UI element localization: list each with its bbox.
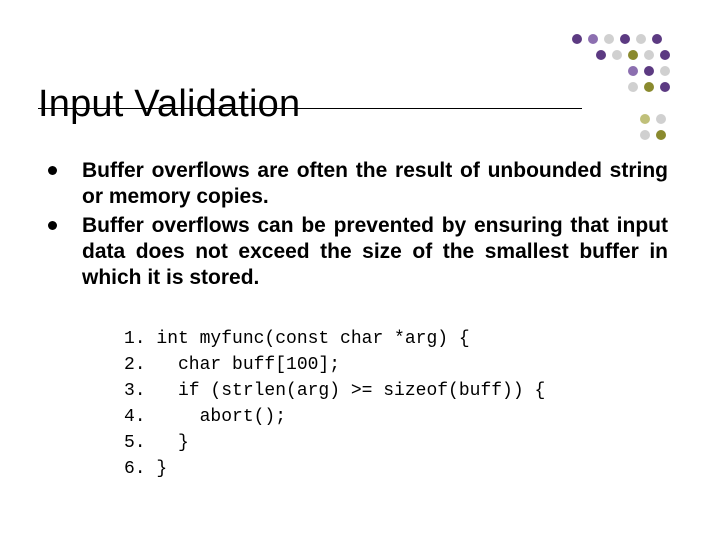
code-line: 5. }: [124, 433, 189, 453]
slide-title: Input Validation: [38, 83, 300, 126]
bullet-icon: [48, 166, 57, 175]
decorative-dots: [572, 34, 692, 144]
code-line: 4. abort();: [124, 407, 286, 427]
bullet-icon: [48, 221, 57, 230]
bullet-text: Buffer overflows are often the result of…: [82, 159, 668, 208]
code-line: 1. int myfunc(const char *arg) {: [124, 329, 470, 349]
code-line: 2. char buff[100];: [124, 355, 340, 375]
title-underline: [38, 108, 582, 109]
slide: Input Validation Buffer overflows: [0, 0, 720, 540]
code-line: 3. if (strlen(arg) >= sizeof(buff)) {: [124, 381, 545, 401]
bullet-item: Buffer overflows are often the result of…: [48, 158, 668, 211]
bullet-item: Buffer overflows can be prevented by ens…: [48, 213, 668, 292]
content-area: Buffer overflows are often the result of…: [48, 158, 668, 293]
code-block: 1. int myfunc(const char *arg) { 2. char…: [124, 326, 545, 483]
code-line: 6. }: [124, 459, 167, 479]
bullet-text: Buffer overflows can be prevented by ens…: [82, 214, 668, 290]
